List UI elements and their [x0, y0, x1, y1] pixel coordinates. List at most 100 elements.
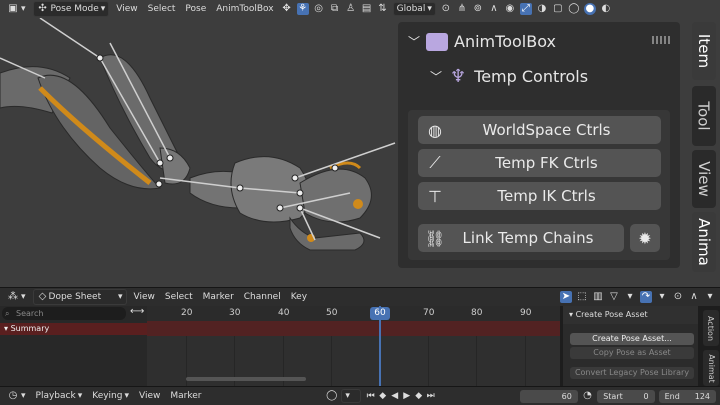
- menu-pose[interactable]: Pose: [182, 3, 209, 15]
- material-shading-icon[interactable]: ◐: [600, 3, 612, 15]
- chevron-down-icon: ﹀: [408, 35, 421, 49]
- gizmo-icon[interactable]: ⤢: [519, 3, 532, 15]
- filter-icon[interactable]: ▽: [608, 291, 620, 303]
- visibility-icon[interactable]: ◉: [504, 3, 516, 15]
- menu-view[interactable]: View: [136, 390, 163, 402]
- menu-playback[interactable]: Playback ▾: [33, 390, 86, 402]
- horizontal-scrollbar[interactable]: [186, 377, 306, 381]
- link-icon: ⛓: [424, 228, 446, 248]
- menu-channel[interactable]: Channel: [241, 291, 284, 303]
- play-icon[interactable]: ▶: [401, 391, 413, 401]
- menu-select[interactable]: Select: [145, 3, 179, 15]
- editor-type-button[interactable]: ▣ ▾: [4, 2, 29, 16]
- toolbox-icon: [426, 32, 449, 51]
- tab-anima[interactable]: Anima: [692, 212, 716, 272]
- menu-animtoolbox[interactable]: AnimToolBox: [213, 3, 276, 15]
- falloff-icon[interactable]: ∧: [488, 3, 500, 15]
- proportional-icon[interactable]: ⊚: [472, 3, 484, 15]
- frame-ruler[interactable]: 20 30 40 50 70 80 90: [147, 306, 560, 321]
- select-cursor-icon[interactable]: ➤: [560, 291, 572, 303]
- link-temp-chains-button[interactable]: ⛓ Link Temp Chains: [418, 224, 624, 252]
- menu-view[interactable]: View: [113, 3, 140, 15]
- menu-marker[interactable]: Marker: [200, 291, 237, 303]
- jump-end-icon[interactable]: ⏭: [425, 391, 437, 401]
- tab-item[interactable]: Item: [692, 22, 716, 80]
- clock-icon: ◷: [8, 390, 18, 401]
- wireframe-shading-icon[interactable]: ◯: [568, 3, 580, 15]
- character-icon[interactable]: ♙: [345, 3, 357, 15]
- subpanel-header[interactable]: ﹀ ♆ Temp Controls: [430, 66, 588, 87]
- steps-icon[interactable]: ▤: [361, 3, 373, 15]
- temp-fk-ctrls-button[interactable]: ⟋ Temp FK Ctrls: [418, 149, 661, 177]
- dopesheet-mode-select[interactable]: ◇ Dope Sheet ▾: [32, 289, 127, 305]
- end-frame-field[interactable]: End 124: [658, 389, 717, 403]
- start-frame-field[interactable]: Start 0: [597, 389, 655, 403]
- pose-asset-header[interactable]: ▾ Create Pose Asset: [563, 306, 698, 324]
- stopwatch-icon[interactable]: ◔: [582, 390, 593, 402]
- chevron-down-icon[interactable]: ▾: [704, 291, 716, 303]
- overlay-icon[interactable]: ◑: [536, 3, 548, 15]
- copy-pose-as-asset-button[interactable]: Copy Pose as Asset: [570, 347, 694, 359]
- pivot-icon[interactable]: ⊙: [440, 3, 452, 15]
- bone-icon: ⟋: [429, 153, 441, 172]
- menu-keying[interactable]: Keying ▾: [89, 390, 132, 402]
- tick-label: 90: [520, 308, 532, 318]
- menu-marker[interactable]: Marker: [167, 390, 204, 402]
- create-pose-asset-button[interactable]: Create Pose Asset...: [570, 333, 694, 345]
- timeline-header: ◷ ▾ Playback ▾ Keying ▾ View Marker ◯ ▾ ⏮ ◆…: [0, 386, 720, 405]
- drag-grip-icon[interactable]: [652, 36, 670, 44]
- convert-legacy-pose-library-button[interactable]: Convert Legacy Pose Library: [570, 367, 694, 379]
- ghost-icon[interactable]: ◎: [313, 3, 325, 15]
- play-reverse-icon[interactable]: ◀: [389, 391, 401, 401]
- box-select-icon[interactable]: ⬚: [576, 291, 588, 303]
- animtoolbox-icon[interactable]: ⚘: [296, 3, 309, 15]
- temp-controls-icon: ♆: [450, 66, 467, 87]
- copy-icon[interactable]: ⧉: [329, 3, 341, 15]
- mode-label: Pose Mode: [50, 4, 99, 14]
- summary-channel[interactable]: ▾ Summary: [0, 323, 147, 335]
- temp-ik-ctrls-button[interactable]: ⊤ Temp IK Ctrls: [418, 182, 661, 210]
- tick-label: 30: [229, 308, 241, 318]
- swap-icon[interactable]: ⟷: [130, 306, 144, 317]
- ik-chain-icon: ⊤: [428, 186, 442, 206]
- search-input[interactable]: ⌕ Search: [2, 307, 126, 320]
- panel-title: AnimToolBox: [454, 32, 556, 51]
- falloff-icon[interactable]: ∧: [688, 291, 700, 303]
- move-icon[interactable]: ✥: [281, 3, 293, 15]
- current-frame-field[interactable]: 60: [520, 389, 578, 403]
- chevron-down-icon[interactable]: ▾: [656, 291, 668, 303]
- panel-header[interactable]: ﹀ AnimToolBox: [408, 32, 556, 51]
- tick-label: 20: [181, 308, 193, 318]
- tab-animation[interactable]: Animat: [703, 350, 719, 386]
- summary-icon[interactable]: ▥: [592, 291, 604, 303]
- chevron-down-icon[interactable]: ▾: [624, 291, 636, 303]
- auto-snap-icon[interactable]: ↷: [640, 291, 652, 303]
- jump-start-icon[interactable]: ⏮: [365, 391, 377, 401]
- editor-type-button[interactable]: ◷ ▾: [4, 389, 29, 403]
- prev-keyframe-icon[interactable]: ◆: [377, 391, 389, 401]
- 3d-viewport[interactable]: ▣ ▾ ✣ Pose Mode ▾ View Select Pose AnimTool…: [0, 0, 720, 287]
- worldspace-ctrls-button[interactable]: ◍ WorldSpace Ctrls: [418, 116, 661, 144]
- mode-select[interactable]: ✣ Pose Mode ▾: [32, 1, 110, 17]
- menu-view[interactable]: View: [131, 291, 158, 303]
- menu-key[interactable]: Key: [288, 291, 310, 303]
- tab-tool[interactable]: Tool: [692, 86, 716, 146]
- keying-set-select[interactable]: ▾: [341, 389, 361, 403]
- summary-keyframe-row[interactable]: [147, 321, 560, 336]
- editor-type-button[interactable]: ⁂ ▾: [4, 290, 29, 304]
- menu-select[interactable]: Select: [162, 291, 196, 303]
- channel-region: ⌕ Search ⟷ ▾ Summary: [0, 306, 147, 386]
- orientation-select[interactable]: Global ▾: [392, 2, 436, 16]
- solid-shading-icon[interactable]: ●: [583, 3, 596, 15]
- tick-label: 80: [471, 308, 483, 318]
- current-frame-indicator[interactable]: 60: [370, 307, 390, 320]
- tab-action[interactable]: Action: [703, 310, 719, 346]
- next-keyframe-icon[interactable]: ◆: [413, 391, 425, 401]
- xray-icon[interactable]: ▢: [552, 3, 564, 15]
- tab-view[interactable]: View: [692, 150, 716, 208]
- proportional-icon[interactable]: ⊙: [672, 291, 684, 303]
- snap-icon[interactable]: ⋔: [456, 3, 468, 15]
- orientation-icon[interactable]: ⇅: [377, 3, 389, 15]
- settings-button[interactable]: ✹: [630, 224, 660, 252]
- record-icon[interactable]: ◯: [326, 390, 337, 402]
